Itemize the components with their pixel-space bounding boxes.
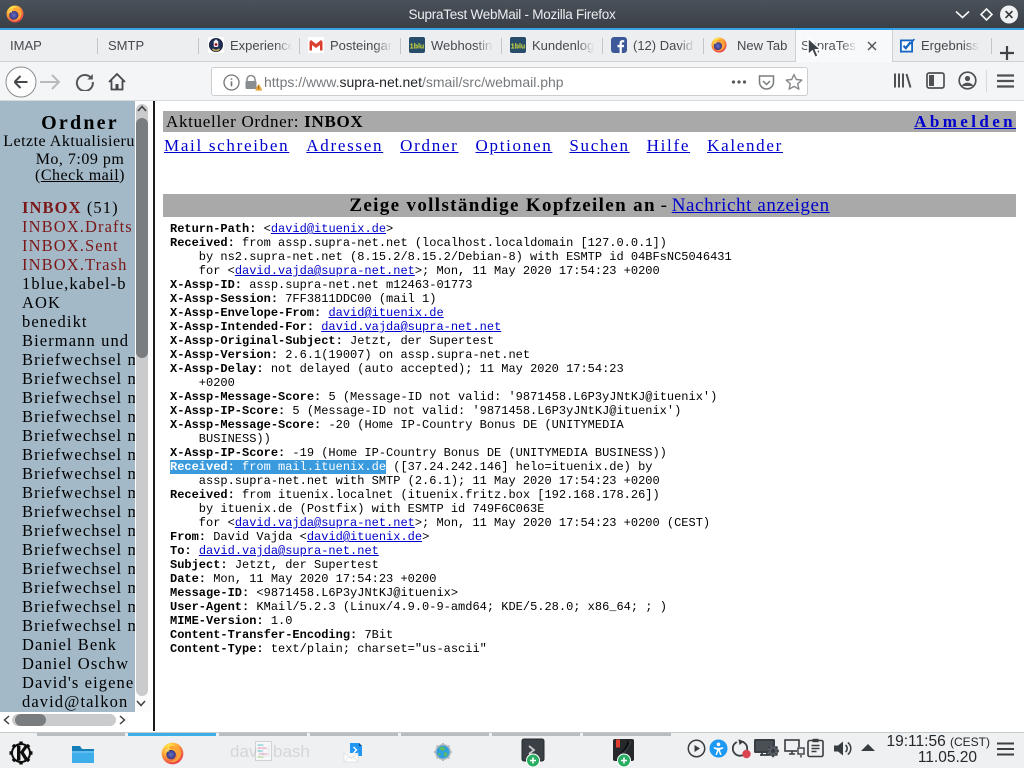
- svg-text:1blu: 1blu: [511, 44, 525, 51]
- svg-text:1blu: 1blu: [410, 44, 424, 51]
